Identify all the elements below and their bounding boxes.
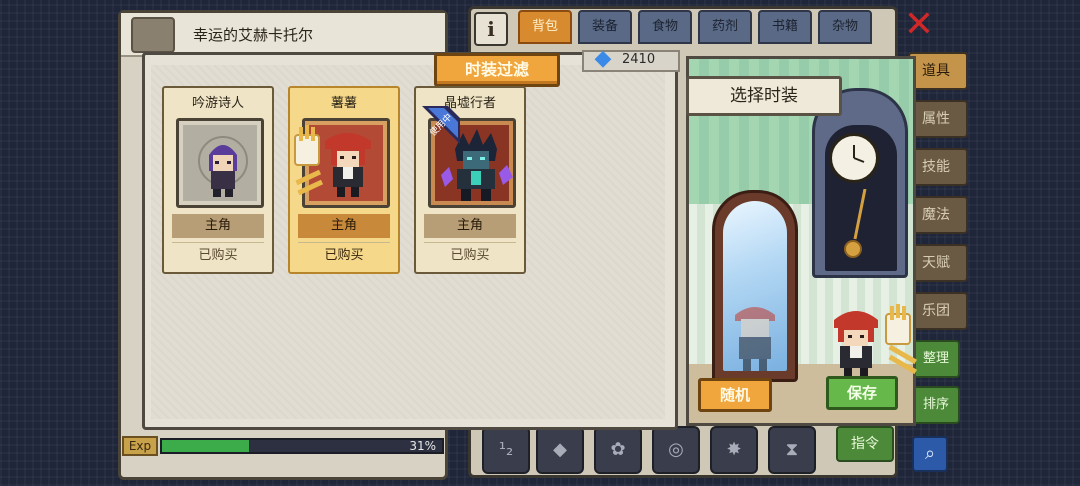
tab-bag[interactable]: 背包 [518,10,572,44]
clock-face-icon [829,133,879,183]
shield-slot-icon[interactable]: ◆ [536,426,584,474]
diamond-icon: ◆ [594,46,612,71]
exp-track: 31% [160,438,444,454]
character-header: 幸运的艾赫卡托尔 [121,13,445,57]
costume-card-shushu[interactable]: 薯薯 主角 已购买 [288,86,400,274]
hourglass-slot-icon[interactable]: ⧗ [768,426,816,474]
target-slot-icon[interactable]: ◎ [652,426,700,474]
bard-sprite-icon [198,136,248,197]
in-use-badge: 使用中 [422,106,460,144]
shushu-sprite-icon [294,125,371,197]
tab-misc[interactable]: 杂物 [818,10,872,44]
costume-status: 已购买 [172,242,264,268]
select-costume-banner: 选择时装 [686,76,842,116]
pendulum-icon [844,189,867,258]
gem-count: 2410 [622,52,656,67]
costume-status: 已购买 [424,242,516,268]
tab-equipment[interactable]: 装备 [578,10,632,44]
sort-button[interactable]: 排序 [912,386,960,424]
exp-label: Exp [122,436,158,456]
side-tab-items[interactable]: 道具 [908,52,968,90]
costume-name: 薯薯 [330,96,357,111]
crest-icon [131,17,175,53]
side-tab-skills[interactable]: 技能 [908,148,968,186]
tab-books[interactable]: 书籍 [758,10,812,44]
preview-character-sprite-icon [834,304,917,380]
costume-status: 已购买 [298,242,390,268]
tab-food[interactable]: 食物 [638,10,692,44]
random-button[interactable]: 随机 [698,378,772,412]
character-name: 幸运的艾赫卡托尔 [193,26,314,44]
exp-bar: Exp 31% [122,434,446,458]
costume-filter-title: 时装过滤 [434,53,560,87]
costume-portrait [176,118,264,208]
side-tab-attributes[interactable]: 属性 [908,100,968,138]
paw-slot-icon[interactable]: ✿ [594,426,642,474]
costume-role: 主角 [298,214,390,238]
mirror [712,190,798,382]
close-icon[interactable]: ✕ [902,7,936,44]
costume-role: 主角 [172,214,264,238]
exp-fill [162,440,249,452]
info-button[interactable]: i [474,12,508,46]
exp-percent: 31% [409,439,436,453]
reflection-sprite-icon [735,307,775,371]
quantity-slot-icon[interactable]: ¹₂ [482,426,530,474]
costume-role: 主角 [424,214,516,238]
command-button[interactable]: 指令 [836,426,894,462]
costume-portrait [294,118,390,208]
side-tab-talent[interactable]: 天赋 [908,244,968,282]
costume-card-bard[interactable]: 吟游诗人 主角 已购买 [162,86,274,274]
costume-name: 吟游诗人 [191,96,244,111]
tab-potions[interactable]: 药剂 [698,10,752,44]
grandfather-clock-icon [812,88,908,278]
fire-slot-icon[interactable]: ✸ [710,426,758,474]
side-tab-magic[interactable]: 魔法 [908,196,968,234]
save-button[interactable]: 保存 [826,376,898,410]
search-icon[interactable]: ⌕ [912,436,948,472]
